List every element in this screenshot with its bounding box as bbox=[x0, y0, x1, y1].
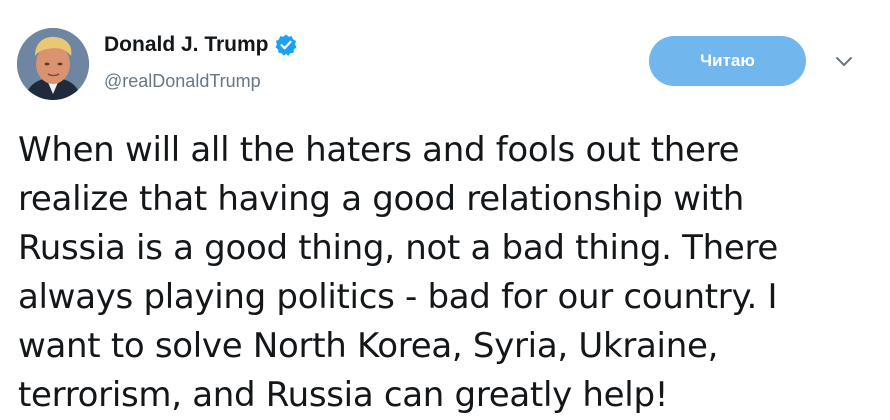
tweet-card: Donald J. Trump @realDonaldTrump Читаю W… bbox=[0, 0, 890, 420]
following-button[interactable]: Читаю bbox=[649, 36, 806, 86]
chevron-down-icon[interactable] bbox=[834, 54, 854, 68]
display-name[interactable]: Donald J. Trump bbox=[104, 30, 269, 60]
user-handle[interactable]: @realDonaldTrump bbox=[104, 68, 298, 94]
name-row: Donald J. Trump bbox=[104, 30, 298, 60]
avatar-image bbox=[17, 28, 89, 100]
user-info: Donald J. Trump @realDonaldTrump bbox=[104, 30, 298, 94]
verified-badge-icon bbox=[274, 33, 298, 57]
tweet-text: When will all the haters and fools out t… bbox=[18, 130, 779, 415]
avatar[interactable] bbox=[17, 28, 89, 100]
